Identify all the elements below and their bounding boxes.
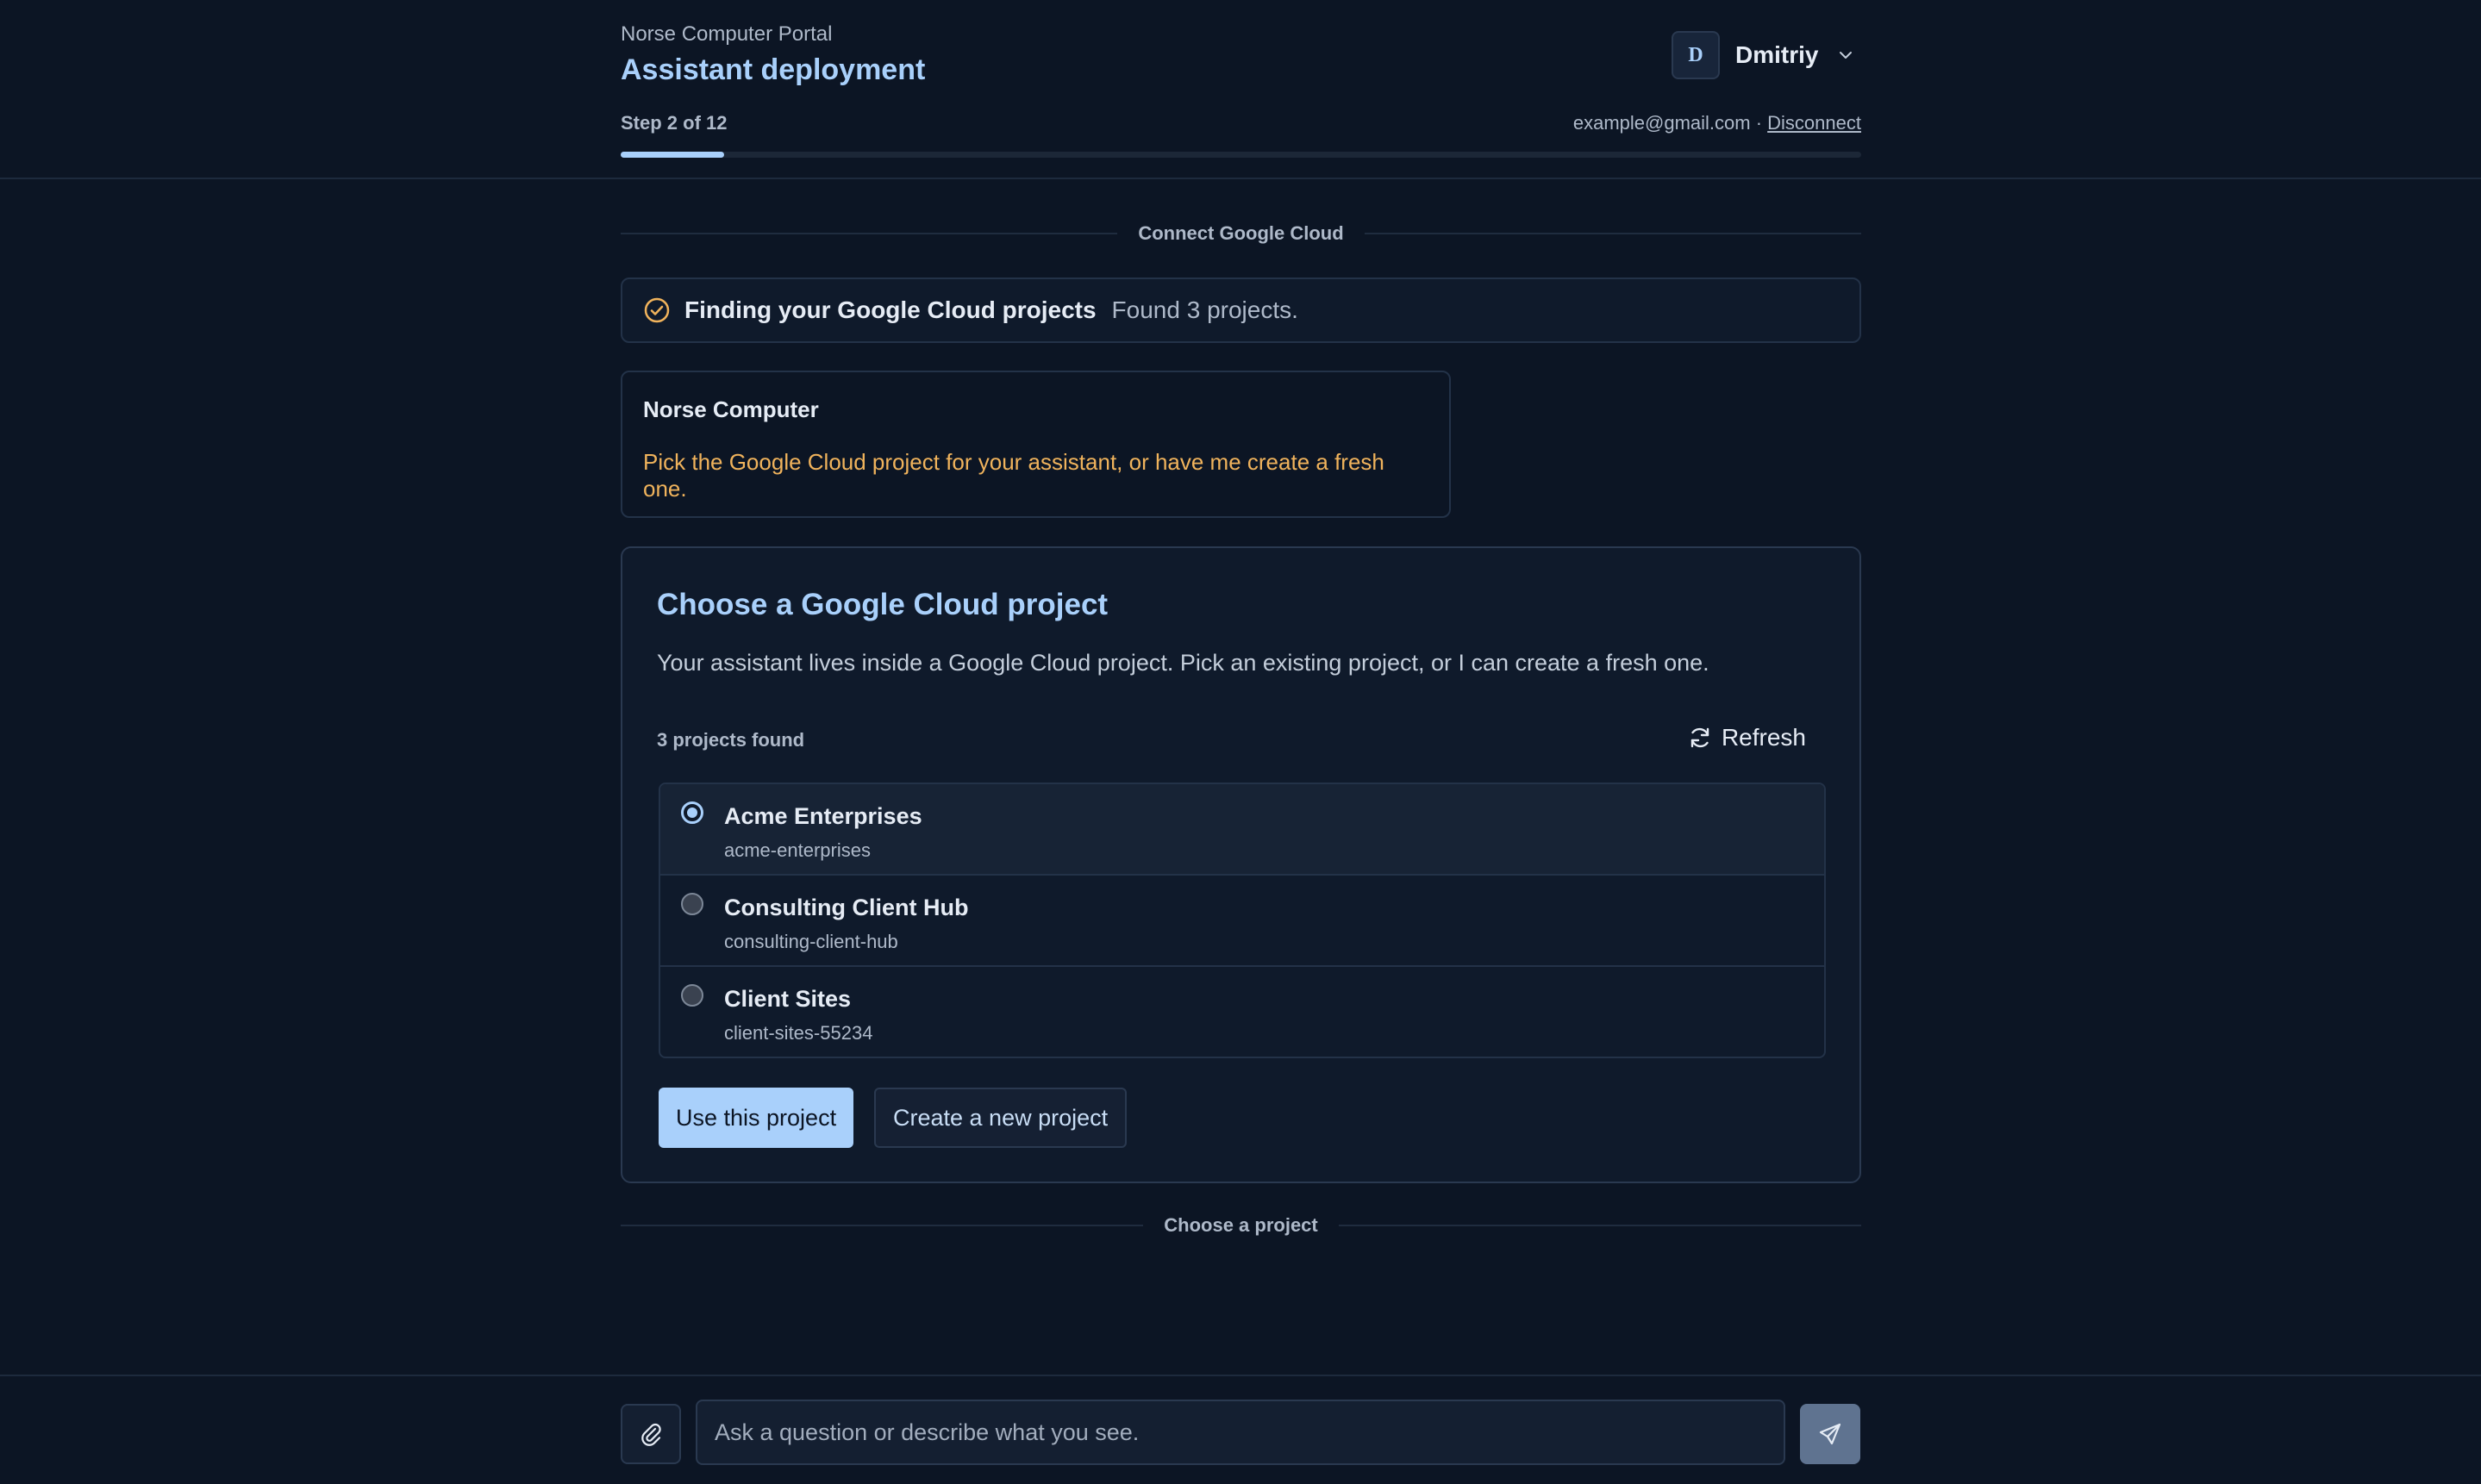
project-id: consulting-client-hub bbox=[724, 931, 898, 952]
status-bar: Finding your Google Cloud projects Found… bbox=[621, 277, 1861, 343]
avatar: D bbox=[1672, 31, 1720, 79]
app-header: Norse Computer Portal Assistant deployme… bbox=[0, 0, 2481, 179]
project-name: Consulting Client Hub bbox=[724, 895, 969, 920]
progress-bar bbox=[621, 152, 1861, 158]
project-picker-panel: Choose a Google Cloud project Your assis… bbox=[621, 546, 1861, 1183]
project-option[interactable]: Client Sites client-sites-55234 bbox=[660, 967, 1824, 1057]
refresh-button[interactable]: Refresh bbox=[1687, 720, 1806, 755]
assistant-message: Norse Computer Pick the Google Cloud pro… bbox=[621, 371, 1451, 518]
check-circle-icon bbox=[643, 296, 671, 324]
divider-label: Connect Google Cloud bbox=[1138, 222, 1344, 244]
message-text: Pick the Google Cloud project for your a… bbox=[643, 449, 1384, 502]
attach-button[interactable] bbox=[621, 1404, 681, 1464]
use-project-button[interactable]: Use this project bbox=[659, 1088, 854, 1148]
panel-title: Choose a Google Cloud project bbox=[657, 588, 1109, 621]
chevron-down-icon bbox=[1837, 47, 1854, 64]
projects-found-count: 3 projects found bbox=[657, 729, 805, 751]
disconnect-link[interactable]: Disconnect bbox=[1767, 112, 1861, 134]
progress-fill bbox=[621, 152, 724, 158]
separator: · bbox=[1755, 112, 1763, 134]
step-indicator: Step 2 of 12 bbox=[621, 112, 728, 134]
account-email: example@gmail.com bbox=[1572, 112, 1751, 134]
project-radio[interactable] bbox=[681, 893, 703, 915]
portal-name: Norse Computer Portal bbox=[621, 22, 833, 46]
page-title: Assistant deployment bbox=[621, 53, 926, 86]
account-info: example@gmail.com · Disconnect bbox=[1573, 112, 1861, 134]
paperclip-icon bbox=[638, 1421, 664, 1447]
user-menu[interactable]: D Dmitriy bbox=[1672, 31, 1854, 79]
project-radio[interactable] bbox=[681, 801, 703, 824]
message-composer bbox=[0, 1375, 2481, 1484]
refresh-icon bbox=[1687, 725, 1713, 751]
user-name: Dmitriy bbox=[1735, 41, 1819, 68]
send-button[interactable] bbox=[1800, 1404, 1860, 1464]
message-input[interactable] bbox=[696, 1400, 1785, 1465]
project-list: Acme Enterprises acme-enterprises Consul… bbox=[659, 783, 1826, 1058]
section-divider-choose: Choose a project bbox=[621, 1214, 1862, 1237]
section-divider-connect: Connect Google Cloud bbox=[621, 222, 1862, 245]
status-detail: Found 3 projects. bbox=[1111, 296, 1298, 323]
divider-label: Choose a project bbox=[1164, 1214, 1318, 1236]
send-icon bbox=[1817, 1421, 1843, 1447]
message-sender: Norse Computer bbox=[643, 396, 819, 422]
panel-description: Your assistant lives inside a Google Clo… bbox=[657, 650, 1709, 676]
project-id: client-sites-55234 bbox=[724, 1022, 873, 1044]
create-project-button[interactable]: Create a new project bbox=[874, 1088, 1128, 1148]
refresh-label: Refresh bbox=[1721, 724, 1806, 751]
project-name: Acme Enterprises bbox=[724, 803, 922, 829]
project-option[interactable]: Consulting Client Hub consulting-client-… bbox=[660, 876, 1824, 967]
project-option[interactable]: Acme Enterprises acme-enterprises bbox=[660, 784, 1824, 876]
project-name: Client Sites bbox=[724, 986, 852, 1012]
project-radio[interactable] bbox=[681, 984, 703, 1007]
project-id: acme-enterprises bbox=[724, 839, 871, 861]
status-title: Finding your Google Cloud projects bbox=[684, 296, 1097, 323]
